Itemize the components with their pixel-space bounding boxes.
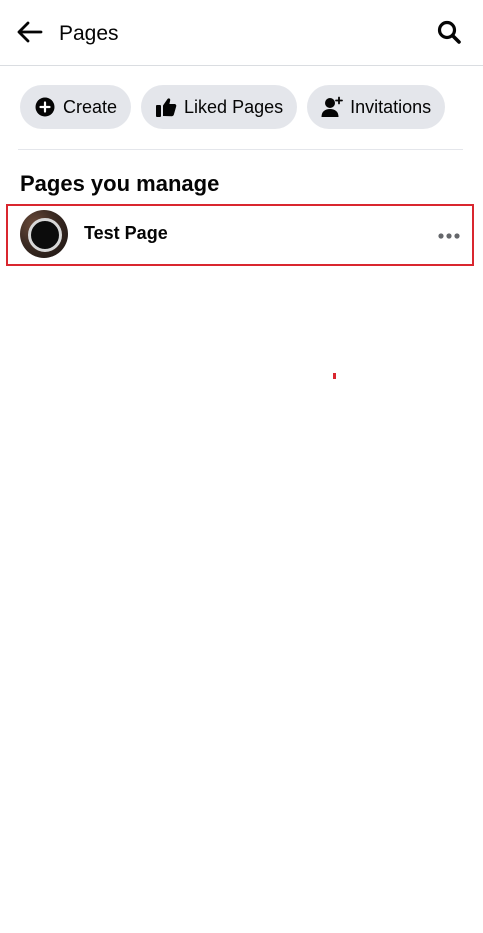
top-app-bar: Pages xyxy=(0,0,483,66)
back-button[interactable] xyxy=(10,14,48,54)
more-options-button[interactable] xyxy=(436,222,462,248)
create-button[interactable]: Create xyxy=(20,85,132,129)
person-add-icon xyxy=(321,96,344,118)
search-icon xyxy=(436,19,462,50)
avatar-ring-graphic xyxy=(28,218,62,252)
liked-pages-button[interactable]: Liked Pages xyxy=(141,85,298,129)
create-label: Create xyxy=(63,96,118,117)
page-avatar xyxy=(20,210,68,258)
section-divider xyxy=(18,149,463,150)
liked-pages-label: Liked Pages xyxy=(184,96,284,117)
invitations-button[interactable]: Invitations xyxy=(307,85,446,129)
arrow-left-icon xyxy=(15,20,43,49)
thumbs-up-icon xyxy=(155,96,177,118)
section-heading: Pages you manage xyxy=(20,171,220,196)
plus-circle-icon xyxy=(34,96,56,118)
more-horizontal-icon xyxy=(438,226,460,244)
page-title: Pages xyxy=(59,22,119,45)
pages-screen: Pages Create Liked Pages Invitations Pag… xyxy=(0,0,483,933)
managed-page-item[interactable]: Test Page xyxy=(6,204,474,266)
filter-chips: Create Liked Pages Invitations xyxy=(20,85,446,129)
page-name: Test Page xyxy=(84,223,168,243)
red-marker xyxy=(333,373,336,379)
search-button[interactable] xyxy=(431,16,467,52)
invitations-label: Invitations xyxy=(350,96,432,117)
